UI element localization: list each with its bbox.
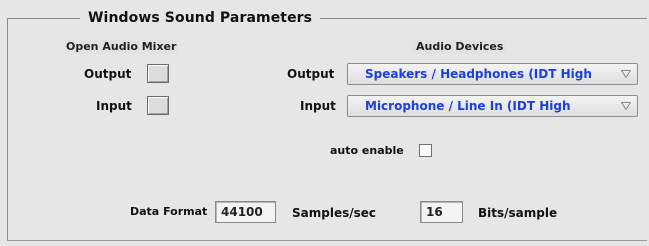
sample-rate-field[interactable]: 44100 [215,201,276,223]
bits-per-sample-unit: Bits/sample [478,206,558,220]
mixer-output-label: Output [84,67,132,81]
device-output-label: Output [287,67,335,81]
mixer-input-button[interactable] [147,96,169,115]
sample-rate-unit: Samples/sec [292,206,377,220]
auto-enable-label: auto enable [330,144,404,157]
output-device-value: Speakers / Headphones (IDT High [365,67,592,81]
mixer-output-button[interactable] [147,64,169,83]
data-format-label: Data Format [130,205,208,218]
dropdown-arrow-icon [621,70,631,78]
input-device-value: Microphone / Line In (IDT High [365,99,571,113]
mixer-input-label: Input [96,99,132,113]
dropdown-arrow-icon [621,102,631,110]
devices-section-title: Audio Devices [412,40,508,54]
bits-per-sample-field[interactable]: 16 [420,201,463,223]
group-title: Windows Sound Parameters [80,10,321,26]
mixer-section-title: Open Audio Mixer [64,40,179,54]
input-device-select[interactable]: Microphone / Line In (IDT High [347,95,638,117]
auto-enable-checkbox[interactable] [419,144,432,157]
output-device-select[interactable]: Speakers / Headphones (IDT High [347,63,638,85]
device-input-label: Input [300,99,336,113]
